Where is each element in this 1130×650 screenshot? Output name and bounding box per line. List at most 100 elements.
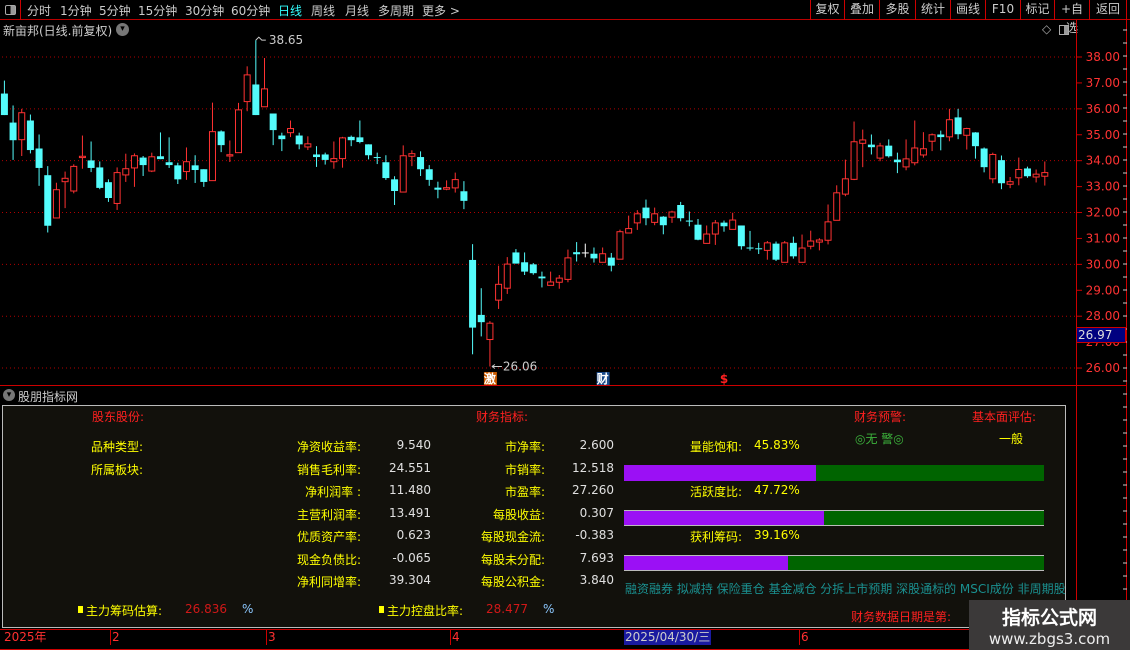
warning-header: 财务预警: (854, 410, 907, 424)
date-label-mar: 3 (266, 630, 276, 645)
candle-body (269, 113, 277, 131)
y-tick-label: 30.00 (1086, 257, 1120, 271)
candle-body (104, 182, 112, 199)
current-price-badge: 26.97 (1076, 327, 1126, 343)
candle-body (347, 136, 355, 141)
candle-body (313, 154, 321, 158)
candle-body (876, 145, 884, 159)
candle-body (399, 155, 407, 193)
metric-label: 每股收益: (492, 508, 545, 522)
profit-chips-bar (624, 555, 1044, 571)
candle-body (408, 153, 416, 157)
y-tick-label: 26.00 (1086, 361, 1120, 375)
candle-body (971, 132, 979, 147)
volume-saturation-bar (624, 465, 1044, 481)
candle-body (659, 216, 667, 226)
candle-body (182, 161, 190, 173)
candle-body (261, 88, 268, 108)
y-tick-label: 37.00 (1086, 76, 1120, 90)
chip-estimate-label: 主力筹码估算: (86, 604, 163, 618)
low-price-label: 26.06 (503, 359, 537, 373)
metric-value: 12.518 (572, 461, 614, 475)
y-tick-label: 29.00 (1086, 283, 1120, 297)
candle-body (521, 262, 529, 272)
candle-body (798, 247, 806, 263)
candle-body (841, 178, 849, 195)
candle-body (113, 172, 121, 204)
indicator-chevron-icon[interactable]: ▾ (3, 389, 15, 401)
metric-value: 0.307 (579, 506, 614, 520)
metric-label: 优质资产率: (296, 530, 361, 544)
candle-body (607, 257, 615, 266)
candle-body (321, 154, 329, 160)
high-flag-icon (255, 36, 266, 41)
candle-body (781, 242, 789, 263)
metric-label: 每股现金流: (480, 530, 545, 544)
candle-body (477, 314, 485, 323)
activity-ratio-value: 47.72% (754, 483, 800, 497)
candle-body (1032, 173, 1040, 178)
candle-body (122, 168, 130, 176)
watermark-url: www.zbgs3.com (988, 630, 1111, 648)
candle-body (859, 139, 867, 144)
profit-chips-value: 39.16% (754, 528, 800, 542)
candle-body (763, 242, 771, 251)
candle-body (789, 242, 797, 257)
candle-body (191, 165, 199, 171)
variety-type-label: 品种类型: (91, 440, 144, 454)
candle-body (694, 224, 702, 240)
candle-body (616, 231, 624, 260)
candle-body (867, 144, 875, 148)
candle-body (434, 187, 442, 190)
candle-body (711, 222, 719, 235)
metric-value: 7.693 (579, 551, 614, 565)
financial-date-note: 财务数据日期是第: (851, 610, 952, 624)
sector-label: 所属板块: (91, 463, 144, 477)
metric-value: 11.480 (389, 483, 431, 497)
candle-body (945, 119, 953, 138)
candle-body (538, 276, 546, 279)
candle-body (295, 135, 303, 145)
control-ratio-unit: % (543, 602, 555, 616)
metric-value: -0.383 (575, 528, 614, 542)
candle-body (599, 253, 607, 263)
warning-value: ◎无 警◎ (855, 432, 904, 446)
candle-body (339, 137, 347, 160)
metric-label: 净资收益率: (296, 440, 361, 454)
bar-fill (624, 556, 789, 570)
y-tick-label: 33.00 (1086, 180, 1120, 194)
metric-value: 3.840 (579, 573, 614, 587)
metric-label: 现金负债比: (296, 553, 361, 567)
candle-body (486, 322, 494, 341)
candle-body (919, 148, 927, 156)
candle-body (1041, 172, 1049, 177)
fundamental-header: 基本面评估: (972, 410, 1037, 424)
metric-value: 2.600 (579, 438, 614, 452)
candle-body (642, 207, 650, 219)
candle-body (989, 153, 997, 180)
date-label-apr: 4 (450, 630, 460, 645)
candle-body (96, 167, 104, 188)
candle-body (330, 158, 338, 163)
y-tick-label: 38.00 (1086, 50, 1120, 64)
candle-body (417, 157, 425, 170)
candle-body (70, 165, 78, 192)
candle-body (1006, 181, 1014, 185)
candle-body (980, 148, 988, 168)
candle-body (685, 220, 693, 222)
metric-value: 0.623 (396, 528, 431, 542)
candle-body (451, 179, 459, 189)
candle-body (755, 248, 763, 250)
candle-body (252, 84, 260, 116)
bullet-icon (379, 606, 384, 613)
date-label-year: 2025年 (4, 630, 47, 644)
volume-saturation-label: 量能饱和: (690, 440, 743, 454)
candle-body (893, 159, 901, 163)
candle-body (373, 157, 381, 159)
y-tick-label: 32.00 (1086, 206, 1120, 220)
date-cursor-label: 2025/04/30/三 (624, 630, 712, 645)
candle-body (937, 134, 945, 138)
candle-body (78, 155, 86, 159)
candle-body (243, 74, 251, 103)
candle-body (581, 252, 589, 254)
